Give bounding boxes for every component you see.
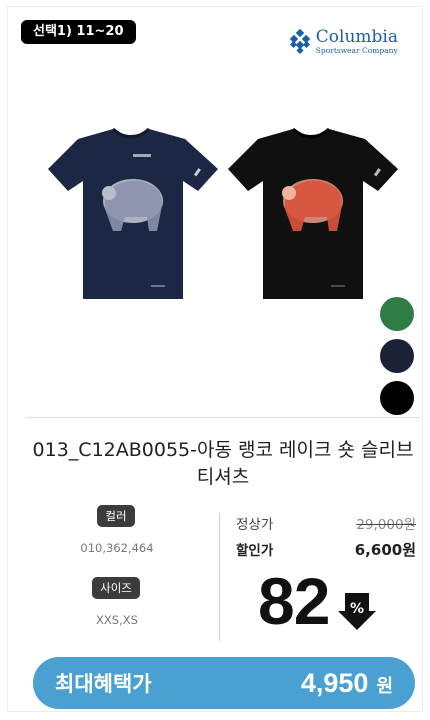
color-values: 010,362,464 [80, 541, 154, 555]
discount-rate: 82 % [258, 563, 377, 639]
sale-price-row: 할인가 6,600원 [236, 539, 416, 560]
swatch-navy[interactable] [380, 339, 414, 373]
brand-name: Columbia [315, 27, 398, 48]
product-title[interactable]: 013_C12AB0055-아동 랭코 레이크 숏 슬리브 티셔츠 [26, 437, 420, 491]
sale-price: 6,600원 [354, 541, 416, 559]
regular-price-row: 정상가 29,000원 [236, 513, 416, 533]
black-tshirt-image [228, 127, 398, 299]
size-values: XXS,XS [96, 613, 138, 627]
product-image[interactable] [33, 119, 413, 319]
cta-label: 최대혜택가 [55, 672, 152, 696]
option-column: 컬러 010,362,464 사이즈 XXS,XS [44, 505, 184, 627]
swatch-black[interactable] [380, 381, 414, 415]
cta-price: 4,950 원 [301, 668, 393, 699]
down-arrow-percent-icon: % [338, 593, 377, 630]
column-divider [219, 513, 220, 641]
size-chip: 사이즈 [92, 577, 140, 599]
percent-symbol: % [350, 601, 364, 617]
columbia-diamond-icon [289, 29, 311, 55]
navy-tshirt-image [48, 127, 218, 299]
discount-number: 82 [258, 564, 330, 638]
sale-price-label: 할인가 [236, 543, 274, 559]
color-swatches [380, 297, 414, 415]
brand-subtitle: Sportswear Company [315, 46, 398, 56]
regular-price-label: 정상가 [236, 517, 274, 533]
color-chip: 컬러 [97, 505, 135, 527]
option-badge: 선택1) 11~20 [21, 20, 136, 44]
swatch-green[interactable] [380, 297, 414, 331]
cta-amount: 4,950 [300, 667, 369, 698]
brand-logo: Columbia Sportswear Company [287, 29, 398, 55]
max-benefit-button[interactable]: 최대혜택가 4,950 원 [33, 657, 415, 709]
divider [26, 417, 420, 418]
cta-unit: 원 [376, 675, 393, 697]
regular-price: 29,000원 [356, 517, 416, 533]
product-card[interactable]: 선택1) 11~20 Columbia Sportswear Company 0… [7, 6, 423, 712]
